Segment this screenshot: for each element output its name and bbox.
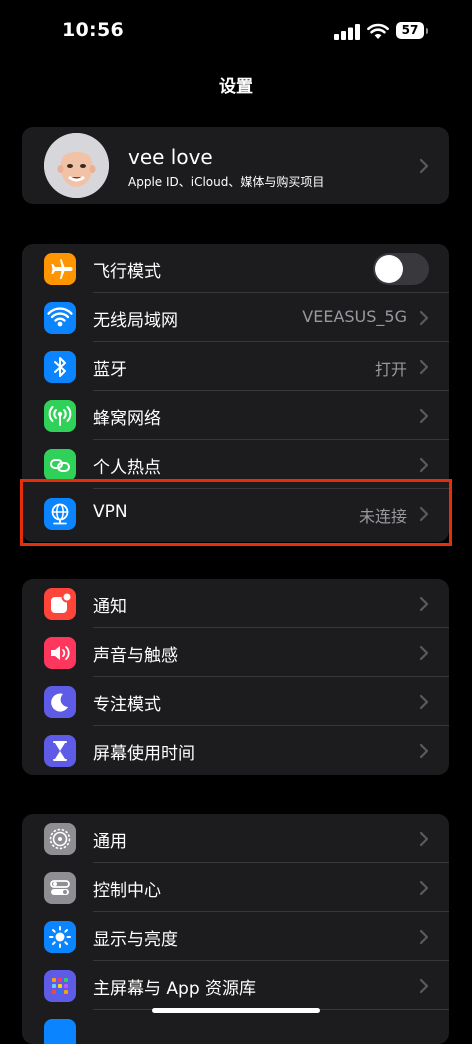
status-time: 10:56 [62, 19, 124, 41]
chevron-right-icon [419, 310, 429, 326]
row-cellular[interactable]: 蜂窝网络 [22, 391, 449, 440]
cellular-signal-icon [334, 24, 360, 40]
row-label: 无线局域网 [93, 311, 178, 331]
battery-level: 57 [396, 22, 424, 39]
notifications-group: 通知 声音与触感 专注模式 屏幕使用时间 [22, 579, 449, 775]
wifi-icon [44, 302, 76, 334]
row-label: 蓝牙 [93, 360, 127, 380]
speaker-icon [44, 637, 76, 669]
chevron-right-icon [419, 831, 429, 847]
accessibility-icon [44, 1019, 76, 1044]
row-control-center[interactable]: 控制中心 [22, 863, 449, 912]
row-home-screen-app-library[interactable]: 主屏幕与 App 资源库 [22, 961, 449, 1010]
profile-subtitle: Apple ID、iCloud、媒体与购买项目 [128, 175, 325, 189]
chevron-right-icon [419, 408, 429, 424]
row-label: 屏幕使用时间 [93, 744, 195, 764]
bluetooth-status-value: 打开 [374, 360, 407, 379]
hourglass-icon [44, 735, 76, 767]
row-focus[interactable]: 专注模式 [22, 677, 449, 726]
row-label: 个人热点 [93, 458, 161, 478]
row-screen-time[interactable]: 屏幕使用时间 [22, 726, 449, 775]
chevron-right-icon [419, 694, 429, 710]
moon-icon [44, 686, 76, 718]
cellular-icon [44, 400, 76, 432]
wifi-status-icon [367, 23, 389, 39]
row-airplane-mode[interactable]: 飞行模式 [22, 244, 449, 293]
bluetooth-icon [44, 351, 76, 383]
chevron-right-icon [419, 596, 429, 612]
row-bluetooth[interactable]: 蓝牙 打开 [22, 342, 449, 391]
chevron-right-icon [419, 978, 429, 994]
row-label: 声音与触感 [93, 646, 178, 666]
row-label: 控制中心 [93, 881, 161, 901]
status-bar: 10:56 57 [0, 0, 472, 60]
row-label: 专注模式 [93, 695, 161, 715]
row-label: 通知 [93, 597, 127, 617]
battery-icon: 57 [396, 22, 430, 40]
chevron-right-icon [419, 359, 429, 375]
row-display-brightness[interactable]: 显示与亮度 [22, 912, 449, 961]
row-label: 蜂窝网络 [93, 409, 161, 429]
apple-id-profile[interactable]: vee love Apple ID、iCloud、媒体与购买项目 [22, 127, 449, 204]
switches-icon [44, 872, 76, 904]
vpn-highlight-annotation [20, 479, 452, 546]
wifi-network-value: VEEASUS_5G [302, 307, 407, 326]
airplane-mode-toggle[interactable] [373, 253, 429, 285]
row-label: 显示与亮度 [93, 930, 178, 950]
chevron-right-icon [419, 457, 429, 473]
row-label: 飞行模式 [93, 262, 161, 282]
avatar [44, 133, 109, 198]
row-wifi[interactable]: 无线局域网 VEEASUS_5G [22, 293, 449, 342]
home-grid-icon [44, 970, 76, 1002]
sun-icon [44, 921, 76, 953]
row-label: 主屏幕与 App 资源库 [93, 979, 257, 999]
memoji-avatar-icon [44, 133, 109, 198]
chevron-right-icon [419, 158, 429, 174]
row-partial-next[interactable] [22, 1010, 449, 1044]
row-label: 通用 [93, 832, 127, 852]
chevron-right-icon [419, 743, 429, 759]
gear-icon [44, 823, 76, 855]
bell-icon [44, 588, 76, 620]
row-notifications[interactable]: 通知 [22, 579, 449, 628]
profile-name: vee love [128, 145, 213, 169]
chevron-right-icon [419, 880, 429, 896]
row-sounds-haptics[interactable]: 声音与触感 [22, 628, 449, 677]
hotspot-icon [44, 449, 76, 481]
chevron-right-icon [419, 645, 429, 661]
row-general[interactable]: 通用 [22, 814, 449, 863]
airplane-icon [44, 253, 76, 285]
chevron-right-icon [419, 929, 429, 945]
home-indicator[interactable] [152, 1008, 320, 1013]
page-title: 设置 [219, 77, 253, 97]
